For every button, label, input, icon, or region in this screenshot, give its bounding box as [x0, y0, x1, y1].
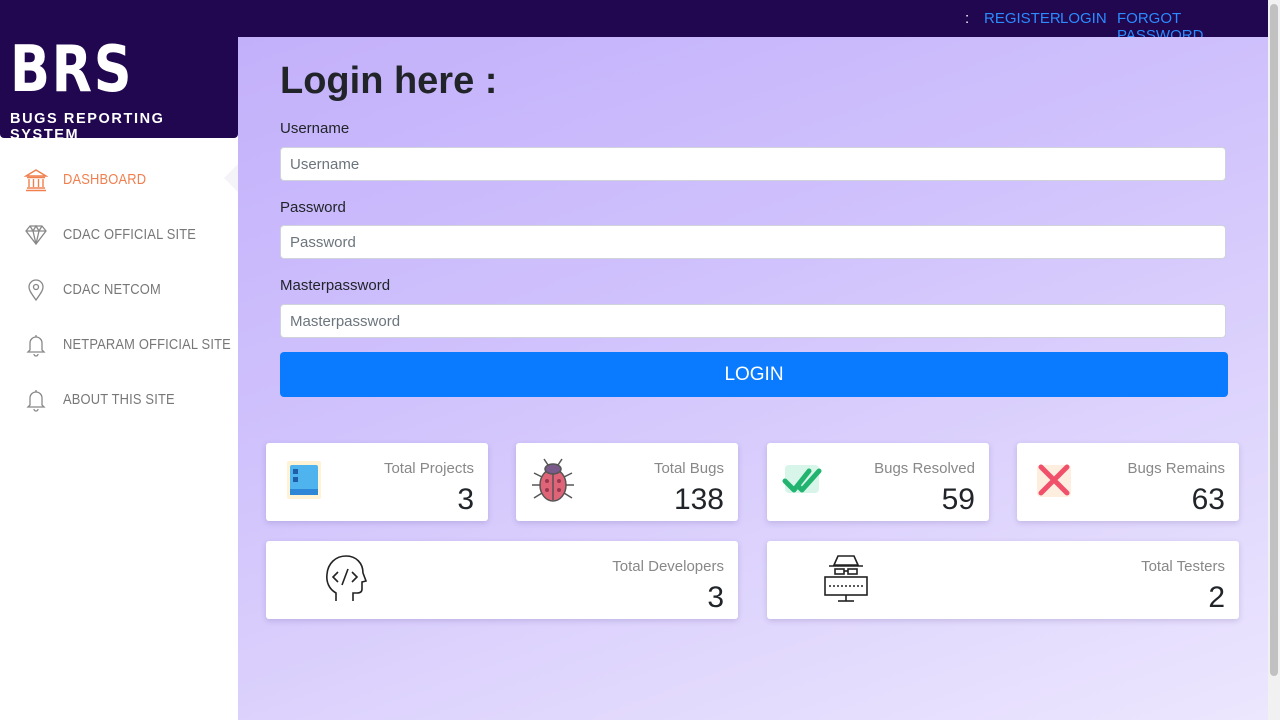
stat-value: 2	[1208, 581, 1225, 614]
stat-value: 3	[457, 483, 474, 516]
sidebar-item-cdac-netcom[interactable]: CDAC NETCOM	[0, 270, 238, 310]
stat-value: 63	[1191, 483, 1225, 516]
bank-icon	[24, 169, 48, 192]
stat-label: Bugs Remains	[1127, 460, 1225, 477]
stat-label: Total Testers	[1141, 558, 1225, 575]
sidebar-item-label: ABOUT THIS SITE	[63, 391, 175, 408]
bell-icon	[26, 390, 46, 412]
stat-value: 59	[941, 483, 975, 516]
password-field[interactable]	[280, 225, 1226, 259]
bell-icon	[26, 335, 46, 357]
stat-card-total-bugs: Total Bugs 138	[516, 443, 738, 521]
top-navbar: : REGISTER LOGIN FORGOT PASSWORD	[0, 0, 1268, 44]
sidebar-item-label: NETPARAM OFFICIAL SITE	[63, 336, 231, 353]
login-link[interactable]: LOGIN	[1060, 10, 1107, 27]
bug-icon	[532, 458, 574, 502]
sidebar-item-label: CDAC NETCOM	[63, 281, 161, 298]
window-icon	[287, 461, 321, 499]
scrollbar-thumb[interactable]	[1270, 4, 1278, 676]
brand-name: BRS	[10, 33, 134, 107]
stat-label: Total Bugs	[653, 460, 724, 477]
sidebar: DASHBOARD CDAC OFFICIAL SITE CDAC NETCOM…	[0, 138, 238, 720]
masterpassword-field[interactable]	[280, 304, 1226, 338]
page-scrollbar[interactable]	[1268, 0, 1280, 720]
password-label: Password	[280, 199, 346, 216]
sidebar-item-cdac-official-site[interactable]: CDAC OFFICIAL SITE	[0, 215, 238, 255]
stat-card-bugs-resolved: Bugs Resolved 59	[767, 443, 989, 521]
diamond-icon	[25, 224, 47, 246]
page-title: Login here :	[280, 60, 498, 102]
sidebar-item-label: DASHBOARD	[63, 171, 147, 188]
masterpassword-label: Masterpassword	[280, 277, 391, 294]
username-label: Username	[280, 120, 350, 137]
register-link[interactable]: REGISTER	[984, 10, 1061, 27]
stat-value: 3	[707, 581, 724, 614]
active-nav-indicator	[224, 164, 238, 192]
location-pin-icon	[28, 279, 44, 302]
sidebar-item-netparam-official-site[interactable]: NETPARAM OFFICIAL SITE	[0, 325, 238, 365]
nav-separator: :	[965, 10, 970, 27]
stat-card-total-testers: Total Testers 2	[767, 541, 1239, 619]
main-content: Login here : Username Password Masterpas…	[224, 37, 1268, 720]
stat-label: Total Developers	[612, 558, 724, 575]
stat-label: Bugs Resolved	[874, 460, 975, 477]
double-check-icon	[782, 465, 822, 493]
cross-icon	[1037, 464, 1071, 497]
developer-head-icon	[326, 555, 368, 601]
stat-label: Total Projects	[383, 460, 474, 477]
brand-logo[interactable]: BRS BUGS REPORTING SYSTEM	[0, 33, 238, 143]
sidebar-item-label: CDAC OFFICIAL SITE	[63, 226, 197, 243]
stat-card-total-projects: Total Projects 3	[266, 443, 488, 521]
login-button[interactable]: LOGIN	[280, 352, 1228, 397]
stat-card-total-developers: Total Developers 3	[266, 541, 738, 619]
sidebar-item-about-this-site[interactable]: ABOUT THIS SITE	[0, 380, 238, 420]
stat-card-bugs-remains: Bugs Remains 63	[1017, 443, 1239, 521]
tester-spy-icon	[824, 555, 868, 602]
stat-value: 138	[673, 483, 724, 516]
sidebar-item-dashboard[interactable]: DASHBOARD	[0, 160, 238, 200]
username-field[interactable]	[280, 147, 1226, 181]
